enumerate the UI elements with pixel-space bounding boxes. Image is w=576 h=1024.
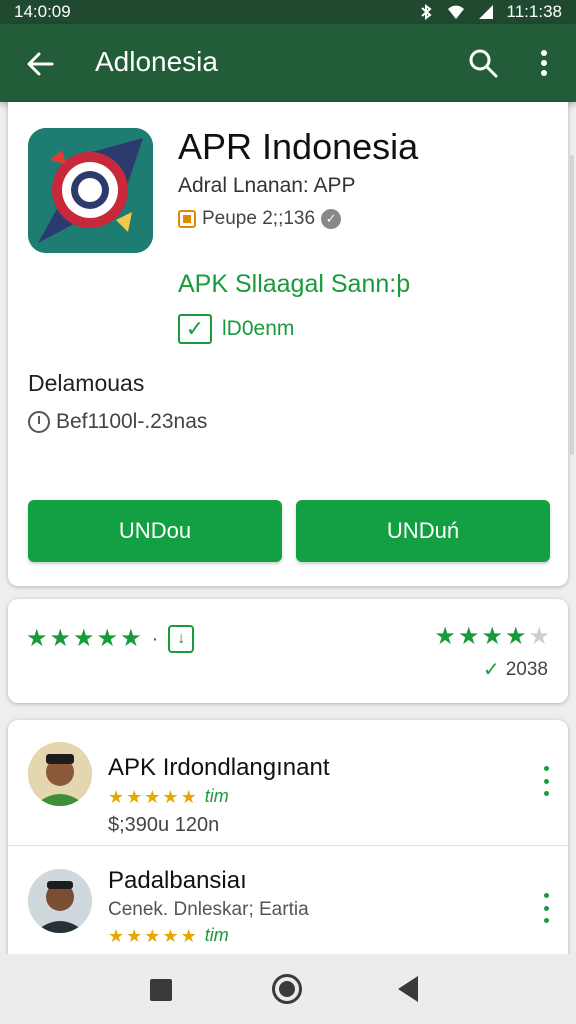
list-item-title: APK Irdondlangınant <box>108 754 330 781</box>
app-bar-title: Adlonesia <box>95 46 218 77</box>
app-bar: Adlonesia <box>0 24 576 102</box>
list-item-tag: tim <box>204 925 229 945</box>
star-icon: ★ <box>144 925 161 946</box>
star-icon: ★ <box>126 925 143 946</box>
rating-left: ★ ★ ★ ★ ★ · ↓ <box>26 625 195 653</box>
status-battery-time: 11:1:38 <box>506 2 562 21</box>
star-icon: ★ <box>434 623 456 650</box>
more-vert-icon[interactable] <box>540 893 552 923</box>
star-icon: ★ <box>457 623 480 650</box>
meta-text: Bef1100l-.23nas <box>56 410 208 433</box>
star-icon: ★ <box>73 625 95 652</box>
app-developer[interactable]: Adral Lnanan: APP <box>178 174 355 198</box>
check-icon[interactable]: ✓ <box>178 314 212 344</box>
rating-right: ★ ★ ★ ★ ★ <box>434 625 550 649</box>
search-icon[interactable] <box>466 46 500 80</box>
status-bar: 14:0:09 11:1:38 <box>0 0 576 24</box>
star-icon: ★ <box>120 625 142 652</box>
app-logo-icon <box>28 128 153 253</box>
status-time: 14:0:09 <box>14 2 71 21</box>
star-icon: ★ <box>481 623 503 650</box>
list-item-stars: ★ ★ ★ ★ ★ <box>108 788 197 806</box>
status-icons: 11:1:38 <box>417 2 562 22</box>
home-icon[interactable] <box>272 974 302 1004</box>
list-item-rating: ★ ★ ★ ★ ★ tim <box>108 786 229 807</box>
star-icon: ★ <box>162 925 179 946</box>
wifi-icon <box>447 5 464 19</box>
star-icon: ★ <box>180 925 197 946</box>
bluetooth-icon <box>420 4 432 20</box>
star-icon: ★ <box>528 623 550 650</box>
list-item[interactable]: APK Irdondlangınant ★ ★ ★ ★ ★ tim $;390u 120… <box>8 720 568 846</box>
app-detail-card: APR Indonesia Adral Lnanan: APP Peupe 2;… <box>8 102 568 586</box>
related-list-card: APK Irdondlangınant ★ ★ ★ ★ ★ tim $;390u 120… <box>8 720 568 980</box>
check-label: lD0enm <box>222 317 295 340</box>
avatar <box>28 742 92 806</box>
download-icon[interactable]: ↓ <box>168 625 195 653</box>
app-badge-row: Peupe 2;;136 ✓ <box>178 208 342 230</box>
app-name: APR Indonesia <box>178 126 419 167</box>
avatar <box>28 869 92 933</box>
list-item-subtitle: Cenek. Dnleskar; Eartia <box>108 899 309 920</box>
app-tagline: APK Sllaagal Sann:þ <box>178 270 411 298</box>
clock-icon <box>28 411 50 433</box>
nav-back-icon[interactable] <box>398 976 418 1002</box>
star-icon: ★ <box>180 786 197 807</box>
more-vert-icon[interactable] <box>530 46 558 80</box>
star-icon: ★ <box>49 625 72 652</box>
meta-row: Bef1100l-.23nas <box>28 410 207 434</box>
list-item-rating: ★ ★ ★ ★ ★ tim <box>108 925 229 946</box>
list-item-stars: ★ ★ ★ ★ ★ <box>108 927 197 945</box>
rating-stars-right: ★ ★ ★ ★ ★ <box>434 625 550 649</box>
recents-icon[interactable] <box>150 979 172 1001</box>
star-icon: ★ <box>26 625 48 652</box>
app-icon <box>28 128 153 253</box>
installed-row[interactable]: ✓ lD0enm <box>178 314 294 344</box>
more-vert-icon[interactable] <box>540 766 552 796</box>
list-item-title: Padalbansiaı <box>108 867 247 894</box>
star-icon: ★ <box>108 925 125 946</box>
avatar-image <box>28 869 92 933</box>
scrollbar[interactable] <box>570 155 574 455</box>
list-item-tag: tim <box>204 786 229 806</box>
rating-stars: ★ ★ ★ ★ ★ <box>26 627 142 651</box>
star-icon: ★ <box>162 786 179 807</box>
rating-card: ★ ★ ★ ★ ★ · ↓ ★ ★ ★ ★ ★ ✓ 2038 <box>8 599 568 703</box>
avatar-image <box>28 742 92 806</box>
star-icon: ★ <box>96 625 119 652</box>
list-item-price: $;390u 120n <box>108 814 220 836</box>
download-button-right[interactable]: UNDuń <box>296 500 550 562</box>
system-nav-bar <box>0 954 576 1024</box>
description-label: Delamouas <box>28 370 145 396</box>
app-badge-text: Peupe 2;;136 <box>202 208 316 229</box>
star-icon: ★ <box>108 786 125 807</box>
star-icon: ★ <box>144 786 161 807</box>
separator-dot: · <box>151 627 159 650</box>
star-icon: ★ <box>504 623 527 650</box>
download-button-left[interactable]: UNDou <box>28 500 282 562</box>
signal-icon <box>478 5 493 19</box>
rating-count-row: ✓ 2038 <box>483 657 548 682</box>
rating-count: 2038 <box>505 658 548 680</box>
star-icon: ★ <box>126 786 143 807</box>
editor-badge-icon <box>178 210 196 228</box>
back-arrow-icon[interactable] <box>24 48 56 80</box>
verified-icon: ✓ <box>321 209 342 229</box>
check-icon: ✓ <box>482 659 500 681</box>
